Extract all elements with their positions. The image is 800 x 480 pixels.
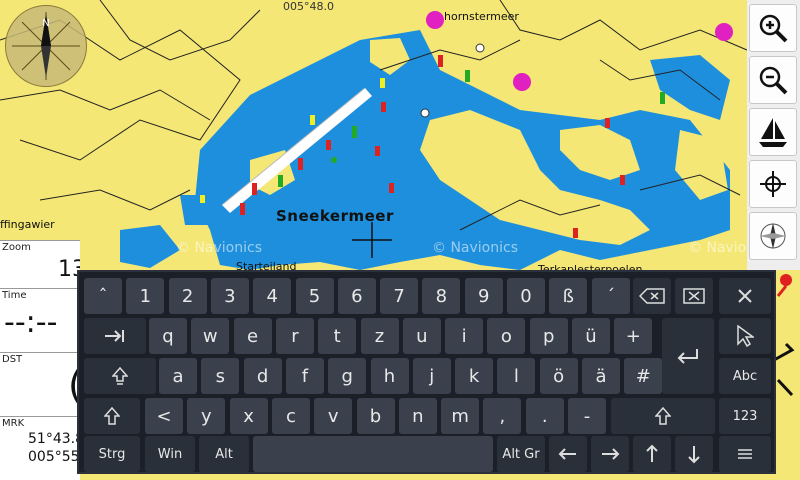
arrow-right-icon[interactable] xyxy=(591,436,629,472)
key-3[interactable]: 3 xyxy=(210,278,249,314)
watermark: © Navionics xyxy=(432,240,518,256)
menu-icon[interactable] xyxy=(719,436,771,472)
key-f[interactable]: f xyxy=(285,358,324,394)
key-l[interactable]: l xyxy=(497,358,536,394)
key-11[interactable]: ß xyxy=(549,278,588,314)
key-j[interactable]: j xyxy=(412,358,451,394)
key-3-row4[interactable]: c xyxy=(271,398,310,434)
key-6-row4[interactable]: n xyxy=(398,398,437,434)
mrk-title: MRK xyxy=(2,418,25,429)
longitude-grid-label: 005°48.0 xyxy=(283,0,334,13)
arrow-up-icon[interactable] xyxy=(633,436,671,472)
on-screen-keyboard: ˆ 1 2 3 4 5 6 7 8 9 0 ß ´ q w e r t z u i o p ü + a s d f g h j k l ö ä # Abc… xyxy=(77,270,776,474)
compass-icon[interactable]: N xyxy=(5,5,87,87)
numeric-key[interactable]: 123 xyxy=(719,398,771,434)
sailboat-icon[interactable] xyxy=(749,108,797,156)
close-keyboard-icon[interactable] xyxy=(719,278,771,314)
key-d[interactable]: d xyxy=(243,358,282,394)
key-0[interactable]: ˆ xyxy=(84,278,122,314)
key-w[interactable]: w xyxy=(191,318,230,354)
tab-icon[interactable] xyxy=(84,318,146,354)
abc-key[interactable]: Abc xyxy=(719,358,771,394)
shift-right-icon[interactable] xyxy=(611,398,715,434)
key-ü[interactable]: ü xyxy=(572,318,610,354)
key-8[interactable]: 8 xyxy=(422,278,461,314)
space-bar[interactable] xyxy=(253,436,493,472)
place-label-north: hornstermeer xyxy=(444,10,519,23)
key-0-row4[interactable]: < xyxy=(145,398,183,434)
key-u[interactable]: u xyxy=(402,318,441,354)
map-toolbar xyxy=(747,0,800,270)
key-q[interactable]: q xyxy=(149,318,187,354)
key-o[interactable]: o xyxy=(487,318,526,354)
dst-box[interactable]: DST ( xyxy=(0,352,80,416)
delete-icon[interactable] xyxy=(675,278,713,314)
time-title: Time xyxy=(2,290,27,301)
svg-text:N: N xyxy=(42,18,49,29)
key-ä[interactable]: ä xyxy=(582,358,620,394)
key-7[interactable]: 7 xyxy=(380,278,419,314)
key-1[interactable]: 1 xyxy=(126,278,165,314)
key-#[interactable]: # xyxy=(624,358,663,394)
key-7-row4[interactable]: m xyxy=(441,398,480,434)
enter-key[interactable] xyxy=(662,318,714,394)
crosshair-icon[interactable] xyxy=(749,160,797,208)
alt-key[interactable]: Alt xyxy=(199,436,249,472)
watermark: © Navionics xyxy=(176,240,262,256)
key-g[interactable]: g xyxy=(328,358,367,394)
altgr-key[interactable]: Alt Gr xyxy=(497,436,545,472)
key-+[interactable]: + xyxy=(614,318,653,354)
key-h[interactable]: h xyxy=(370,358,409,394)
key-10[interactable]: 0 xyxy=(507,278,545,314)
key-i[interactable]: i xyxy=(445,318,484,354)
ctrl-key[interactable]: Strg xyxy=(84,436,140,472)
key-5-row4[interactable]: b xyxy=(356,398,395,434)
mrk-longitude: 005°55 xyxy=(28,449,80,465)
pointer-icon[interactable] xyxy=(719,318,771,354)
key-10-row4[interactable]: - xyxy=(568,398,606,434)
zoom-title: Zoom xyxy=(2,242,31,253)
key-4-row4[interactable]: v xyxy=(314,398,353,434)
lake-name-label: Sneekermeer xyxy=(276,207,394,225)
mrk-box[interactable]: MRK 51°43.8 005°55 xyxy=(0,416,80,480)
win-key[interactable]: Win xyxy=(145,436,195,472)
key-t[interactable]: t xyxy=(318,318,357,354)
caps-lock-icon[interactable] xyxy=(84,358,156,394)
key-6[interactable]: 6 xyxy=(337,278,376,314)
key-s[interactable]: s xyxy=(201,358,240,394)
key-12[interactable]: ´ xyxy=(591,278,630,314)
info-panel: Zoom 13 Time --:-- DST ( MRK 51°43.8 005… xyxy=(0,240,80,480)
key-k[interactable]: k xyxy=(455,358,494,394)
zoom-out-icon[interactable] xyxy=(749,56,797,104)
zoom-box[interactable]: Zoom 13 xyxy=(0,240,80,288)
route-icon[interactable] xyxy=(772,270,800,410)
time-value: --:-- xyxy=(4,305,58,340)
key-9-row4[interactable]: . xyxy=(525,398,564,434)
zoom-in-icon[interactable] xyxy=(749,4,797,52)
key-ö[interactable]: ö xyxy=(539,358,578,394)
mrk-latitude: 51°43.8 xyxy=(28,431,80,447)
key-z[interactable]: z xyxy=(360,318,399,354)
key-4[interactable]: 4 xyxy=(253,278,292,314)
arrow-down-icon[interactable] xyxy=(675,436,713,472)
key-9[interactable]: 9 xyxy=(464,278,503,314)
key-1-row4[interactable]: y xyxy=(187,398,226,434)
place-label-west: ffingawier xyxy=(0,218,55,231)
key-2[interactable]: 2 xyxy=(168,278,207,314)
key-2-row4[interactable]: x xyxy=(229,398,268,434)
compass-rose-icon[interactable] xyxy=(749,212,797,260)
key-p[interactable]: p xyxy=(529,318,568,354)
arrow-left-icon[interactable] xyxy=(549,436,587,472)
key-5[interactable]: 5 xyxy=(295,278,334,314)
key-e[interactable]: e xyxy=(233,318,272,354)
shift-left-icon[interactable] xyxy=(84,398,140,434)
key-r[interactable]: r xyxy=(275,318,314,354)
backspace-icon[interactable] xyxy=(633,278,671,314)
key-8-row4[interactable]: , xyxy=(483,398,522,434)
key-a[interactable]: a xyxy=(159,358,197,394)
time-box[interactable]: Time --:-- xyxy=(0,288,80,352)
dst-title: DST xyxy=(2,354,23,365)
